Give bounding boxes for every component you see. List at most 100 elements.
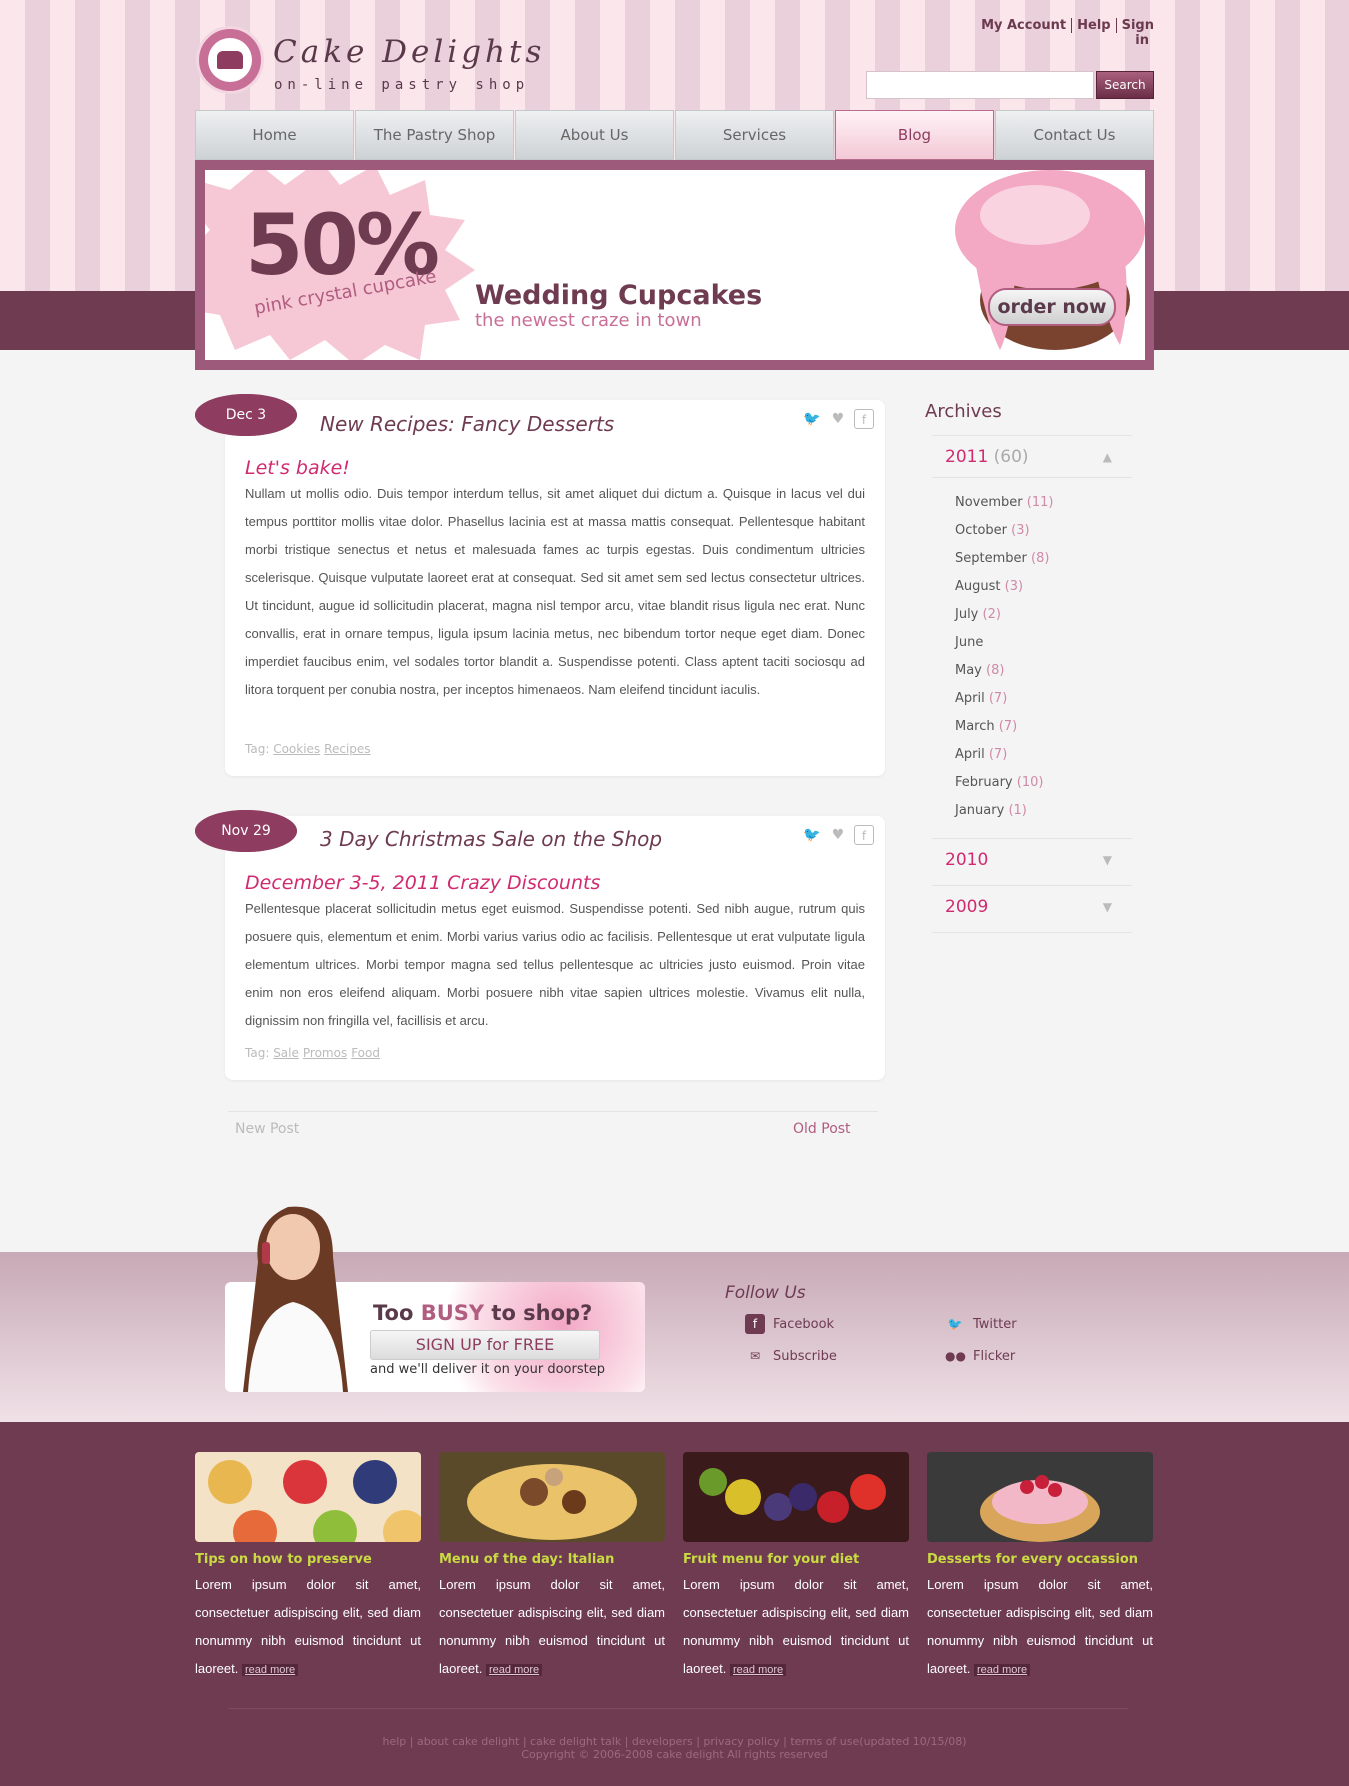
- post-date-badge: Nov 29: [195, 810, 297, 852]
- twitter-icon: 🐦: [947, 1317, 963, 1331]
- tag-link[interactable]: Sale: [273, 1046, 299, 1060]
- footer-article: Fruit menu for your diet Lorem ipsum dol…: [683, 1452, 909, 1684]
- blog-post: 3 Day Christmas Sale on the Shop 🐦 ♥ f D…: [225, 816, 885, 1080]
- main-nav: Home The Pastry Shop About Us Services B…: [195, 110, 1154, 160]
- post-body: Nullam ut mollis odio. Duis tempor inter…: [245, 486, 865, 697]
- archive-month[interactable]: May (8): [955, 663, 1004, 678]
- banner-tagline: the newest craze in town: [475, 310, 702, 331]
- footer-article: Desserts for every occassion Lorem ipsum…: [927, 1452, 1153, 1684]
- search-input[interactable]: [866, 71, 1094, 99]
- tag-link[interactable]: Promos: [303, 1046, 347, 1060]
- footer-links[interactable]: help | about cake delight | cake delight…: [0, 1735, 1349, 1748]
- read-more-link[interactable]: read more: [486, 1664, 543, 1676]
- archive-month[interactable]: November (11): [955, 495, 1053, 510]
- archive-month[interactable]: October (3): [955, 523, 1030, 538]
- footer-article-heading[interactable]: Fruit menu for your diet: [683, 1552, 909, 1567]
- footer-article-heading[interactable]: Tips on how to preserve: [195, 1552, 421, 1567]
- pager-divider: [228, 1111, 878, 1112]
- copyright: Copyright © 2006-2008 cake delight All r…: [521, 1748, 828, 1761]
- chevron-down-icon[interactable]: ▼: [1103, 886, 1112, 928]
- tag-link[interactable]: Food: [351, 1046, 380, 1060]
- footer-article: Tips on how to preserve Lorem ipsum dolo…: [195, 1452, 427, 1684]
- sign-in-link[interactable]: Sign in: [1115, 18, 1154, 48]
- post-title[interactable]: New Recipes: Fancy Desserts: [320, 412, 614, 436]
- promo-subtext: and we'll deliver it on your doorstep: [370, 1362, 605, 1377]
- follow-facebook-link[interactable]: f Facebook: [745, 1314, 834, 1334]
- nav-pastry-shop[interactable]: The Pastry Shop: [355, 110, 514, 160]
- logo-badge-icon[interactable]: [196, 26, 264, 94]
- nav-about-us[interactable]: About Us: [515, 110, 674, 160]
- archive-year-label: 2009: [945, 897, 989, 917]
- search-button[interactable]: Search: [1096, 71, 1154, 99]
- follow-subscribe-link[interactable]: ✉ Subscribe: [745, 1346, 837, 1366]
- my-account-link[interactable]: My Account: [976, 18, 1071, 33]
- archive-month[interactable]: June: [955, 635, 983, 650]
- archive-divider: [932, 932, 1132, 933]
- footer-article-heading[interactable]: Desserts for every occassion: [927, 1552, 1153, 1567]
- read-more-link[interactable]: read more: [242, 1664, 299, 1676]
- site-subtitle: on-line pastry shop: [274, 77, 530, 93]
- new-post-link[interactable]: New Post: [235, 1121, 299, 1137]
- signup-button[interactable]: SIGN UP for FREE: [370, 1330, 600, 1360]
- promo-band: [0, 1252, 1349, 1422]
- nav-contact-us[interactable]: Contact Us: [995, 110, 1154, 160]
- footer-article-body: Lorem ipsum dolor sit amet, consectetuer…: [195, 1577, 421, 1676]
- archive-month[interactable]: August (3): [955, 579, 1023, 594]
- tag-label: Tag:: [245, 742, 270, 756]
- archives-title: Archives: [925, 401, 1002, 422]
- follow-flickr-link[interactable]: ●● Flicker: [945, 1346, 1015, 1366]
- archive-year-2011[interactable]: 2011 (60) ▲: [932, 435, 1132, 481]
- twitter-icon[interactable]: 🐦: [802, 409, 822, 429]
- archive-month[interactable]: February (10): [955, 775, 1043, 790]
- site-title[interactable]: Cake Delights: [273, 34, 545, 70]
- facebook-icon[interactable]: f: [854, 825, 874, 845]
- archive-month[interactable]: January (1): [955, 803, 1027, 818]
- read-more-link[interactable]: read more: [974, 1664, 1031, 1676]
- old-post-link[interactable]: Old Post: [793, 1121, 851, 1137]
- fruit-menu-image[interactable]: [683, 1452, 909, 1542]
- post-tags: Tag: Sale Promos Food: [245, 1046, 384, 1060]
- chevron-up-icon[interactable]: ▲: [1103, 436, 1112, 478]
- archive-year-2009[interactable]: 2009 ▼: [932, 885, 1132, 931]
- account-links: My Account Help Sign in: [970, 18, 1154, 48]
- follow-title: Follow Us: [725, 1283, 806, 1303]
- archive-year-2010[interactable]: 2010 ▼: [932, 838, 1132, 884]
- post-title[interactable]: 3 Day Christmas Sale on the Shop: [320, 827, 662, 851]
- tag-link[interactable]: Recipes: [324, 742, 370, 756]
- heart-icon[interactable]: ♥: [828, 409, 848, 429]
- archive-month[interactable]: April (7): [955, 691, 1007, 706]
- archive-divider: [932, 477, 1132, 478]
- archive-month[interactable]: April (7): [955, 747, 1007, 762]
- archive-year-label: 2011: [945, 447, 989, 467]
- twitter-icon[interactable]: 🐦: [802, 825, 822, 845]
- read-more-link[interactable]: read more: [730, 1664, 787, 1676]
- tag-label: Tag:: [245, 1046, 270, 1060]
- nav-blog[interactable]: Blog: [835, 110, 994, 160]
- chevron-down-icon[interactable]: ▼: [1103, 839, 1112, 881]
- tag-link[interactable]: Cookies: [273, 742, 320, 756]
- footer-article-body: Lorem ipsum dolor sit amet, consectetuer…: [683, 1577, 909, 1676]
- footer-article-heading[interactable]: Menu of the day: Italian: [439, 1552, 665, 1567]
- follow-twitter-link[interactable]: 🐦 Twitter: [945, 1314, 1017, 1334]
- help-link[interactable]: Help: [1071, 18, 1116, 33]
- archive-month[interactable]: March (7): [955, 719, 1017, 734]
- order-now-button[interactable]: order now: [988, 288, 1116, 326]
- nav-services[interactable]: Services: [675, 110, 834, 160]
- nav-home[interactable]: Home: [195, 110, 354, 160]
- promo-title: Too BUSY to shop?: [373, 1301, 593, 1325]
- mail-icon: ✉: [749, 1349, 761, 1363]
- facebook-icon[interactable]: f: [854, 409, 874, 429]
- footer-article-body: Lorem ipsum dolor sit amet, consectetuer…: [439, 1577, 665, 1676]
- fruit-tarts-image[interactable]: [195, 1452, 427, 1554]
- raspberry-tart-image[interactable]: [927, 1452, 1153, 1542]
- archive-month[interactable]: September (8): [955, 551, 1049, 566]
- woman-on-phone-image: [243, 1206, 348, 1392]
- promo-banner[interactable]: 50% pink crystal cupcake Wedding Cupcake…: [205, 170, 1145, 360]
- archive-month[interactable]: July (2): [955, 607, 1001, 622]
- post-date-badge: Dec 3: [195, 394, 297, 436]
- heart-icon[interactable]: ♥: [828, 825, 848, 845]
- flickr-icon: ●●: [945, 1349, 966, 1363]
- cupcake-image: [955, 170, 1145, 350]
- banner-title: Wedding Cupcakes: [475, 280, 763, 311]
- italian-dish-image[interactable]: [439, 1452, 665, 1542]
